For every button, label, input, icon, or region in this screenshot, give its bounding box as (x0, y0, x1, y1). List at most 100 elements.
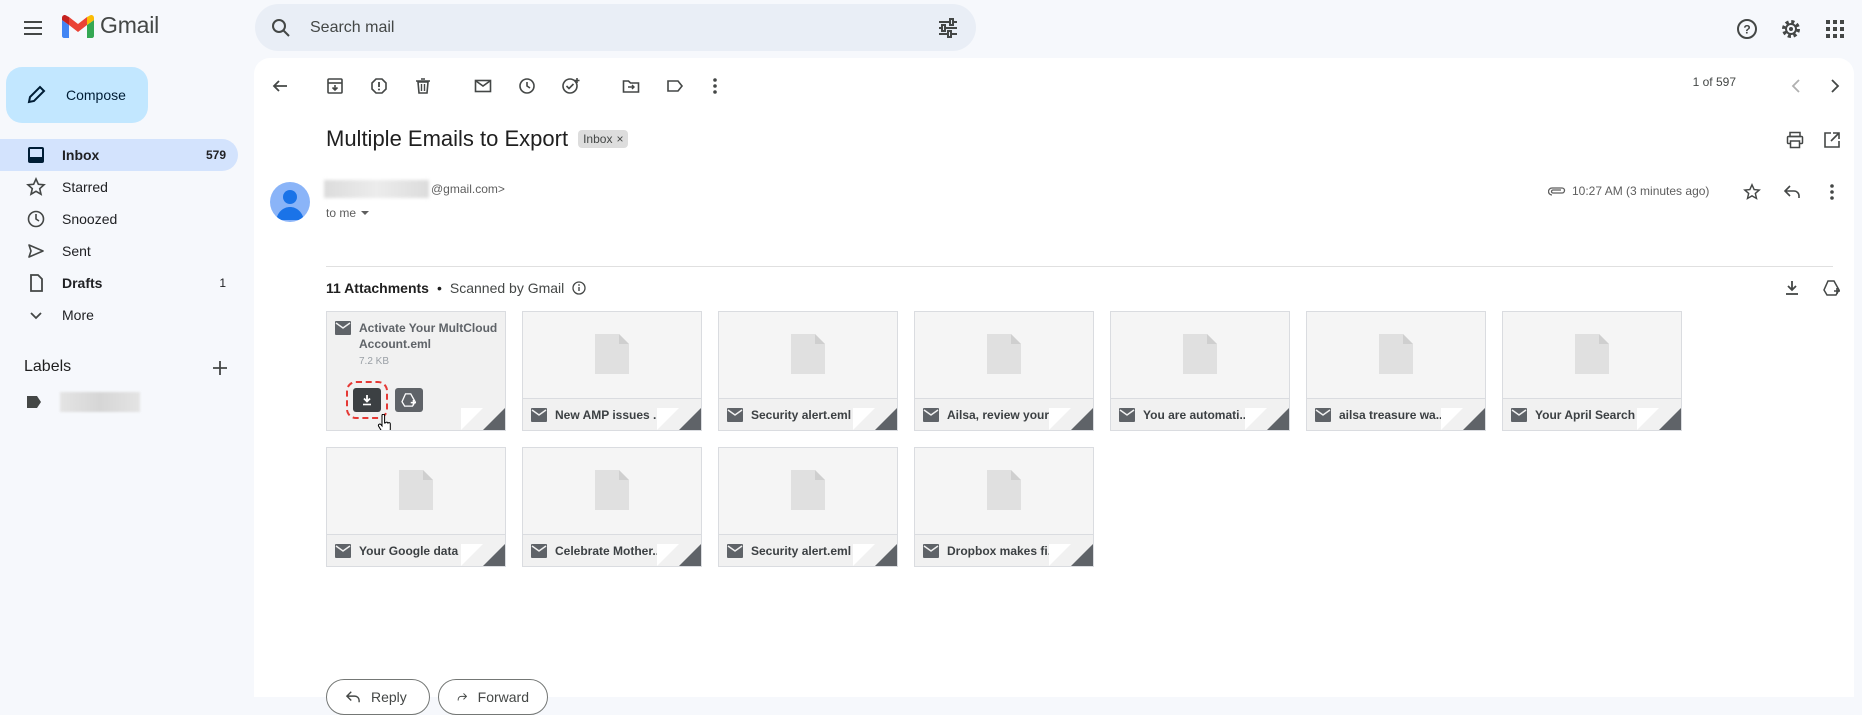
move-to-button[interactable] (615, 70, 647, 102)
report-icon (371, 78, 387, 94)
page-fold-shadow (679, 408, 701, 430)
compose-button[interactable]: Compose (6, 67, 148, 123)
more-vert-icon (713, 78, 717, 94)
email-file-icon (1511, 407, 1527, 422)
attachment-name: Celebrate Mother... (555, 543, 663, 558)
mark-unread-button[interactable] (467, 70, 499, 102)
attachment-tile[interactable]: Security alert.eml (718, 447, 898, 567)
page-fold-shadow (1071, 544, 1093, 566)
sidebar-item-snoozed[interactable]: Snoozed (0, 203, 238, 235)
page-fold-shadow (1267, 408, 1289, 430)
page-fold (461, 408, 483, 430)
send-icon (26, 241, 46, 261)
save-all-to-drive-button[interactable] (1820, 276, 1844, 300)
scanned-by-gmail: Scanned by Gmail (449, 280, 565, 296)
help-icon: ? (1737, 19, 1757, 39)
apps-grid-icon (1826, 20, 1844, 38)
print-all-button[interactable] (1783, 128, 1807, 152)
attachment-tile[interactable]: Dropbox makes fi... (914, 447, 1094, 567)
attachment-tile[interactable]: Your April Search ... (1502, 311, 1682, 431)
apps-button[interactable] (1819, 13, 1851, 45)
forward-button[interactable]: Forward (438, 679, 548, 715)
older-button[interactable] (1819, 70, 1851, 102)
reply-label: Reply (371, 689, 407, 705)
save-to-drive-button[interactable] (395, 388, 423, 412)
delete-button[interactable] (407, 70, 439, 102)
attachment-tile[interactable]: ailsa treasure wa... (1306, 311, 1486, 431)
label-item[interactable] (26, 392, 140, 412)
file-preview-icon (791, 334, 825, 374)
attachment-name: Ailsa, review your... (947, 407, 1059, 422)
email-file-icon (727, 543, 743, 558)
sidebar-item-label: Snoozed (62, 211, 118, 227)
svg-text:?: ? (1743, 23, 1750, 37)
attachment-clip-icon (1548, 187, 1566, 196)
clock-icon (26, 209, 46, 229)
add-to-tasks-button[interactable] (555, 70, 587, 102)
archive-button[interactable] (319, 70, 351, 102)
attachment-tile[interactable]: You are automati... (1110, 311, 1290, 431)
sidebar-item-inbox[interactable]: Inbox 579 (0, 139, 238, 171)
attachments-header: 11 Attachments • Scanned by Gmail (326, 280, 586, 296)
attachments-count: 11 Attachments (326, 280, 429, 296)
file-preview-icon (987, 334, 1021, 374)
attachment-size: 7.2 KB (359, 356, 390, 367)
sidebar-item-label: Inbox (62, 147, 100, 163)
search-icon[interactable] (269, 16, 293, 40)
recipient-text: to me (326, 206, 357, 220)
page-fold-shadow (1071, 408, 1093, 430)
sidebar-item-drafts[interactable]: Drafts 1 (0, 267, 238, 299)
search-options-icon[interactable] (936, 16, 960, 40)
attachment-tile[interactable]: Security alert.eml (718, 311, 898, 431)
page-fold (853, 408, 875, 430)
reply-button[interactable] (1780, 180, 1804, 204)
email-file-icon (1315, 407, 1331, 422)
sidebar-item-starred[interactable]: Starred (0, 171, 238, 203)
settings-button[interactable] (1775, 13, 1807, 45)
attachment-tile[interactable]: Activate Your MultCloud Account.eml 7.2 … (326, 311, 506, 431)
open-new-window-button[interactable] (1820, 128, 1844, 152)
sender-line: @gmail.com> (324, 180, 505, 198)
download-all-button[interactable] (1780, 276, 1804, 300)
back-button[interactable] (264, 70, 296, 102)
attachment-name: ailsa treasure wa... (1339, 407, 1446, 422)
page-fold (1245, 408, 1267, 430)
page-fold (1441, 408, 1463, 430)
more-actions-button[interactable] (699, 70, 731, 102)
attachment-tile[interactable]: Your Google data ... (326, 447, 506, 567)
sidebar-item-more[interactable]: More (0, 299, 238, 331)
recipient-details[interactable]: to me (326, 206, 370, 220)
attachment-name: Activate Your MultCloud Account.eml (359, 321, 498, 351)
create-label-button[interactable] (208, 356, 232, 385)
file-preview-icon (1575, 334, 1609, 374)
message-more-button[interactable] (1820, 180, 1844, 204)
download-icon (1786, 281, 1798, 295)
attachment-tile[interactable]: Ailsa, review your... (914, 311, 1094, 431)
main-menu-button[interactable] (16, 12, 52, 44)
page-fold (657, 408, 679, 430)
search-input[interactable] (310, 14, 890, 41)
report-spam-button[interactable] (363, 70, 395, 102)
attachment-tile[interactable]: New AMP issues ... (522, 311, 702, 431)
label-tag-icon (27, 396, 41, 408)
email-file-icon (727, 407, 743, 422)
sidebar-item-count: 1 (219, 276, 226, 290)
star-button[interactable] (1740, 180, 1764, 204)
archive-icon (327, 78, 343, 94)
remove-label-icon[interactable]: × (616, 132, 623, 146)
sidebar-item-sent[interactable]: Sent (0, 235, 238, 267)
info-icon[interactable] (572, 281, 586, 295)
labels-button[interactable] (659, 70, 691, 102)
file-preview-icon (595, 470, 629, 510)
pagination-text: 1 of 597 (1692, 75, 1736, 89)
inbox-label-chip: Inbox × (578, 130, 629, 148)
gmail-logo[interactable]: Gmail (62, 12, 159, 39)
chevron-left-icon (1791, 79, 1800, 93)
sender-avatar[interactable] (270, 182, 310, 222)
snooze-button[interactable] (511, 70, 543, 102)
download-attachment-button[interactable] (346, 381, 388, 419)
newer-button[interactable] (1780, 70, 1812, 102)
support-button[interactable]: ? (1731, 13, 1763, 45)
attachment-tile[interactable]: Celebrate Mother... (522, 447, 702, 567)
reply-bottom-button[interactable]: Reply (326, 679, 430, 715)
